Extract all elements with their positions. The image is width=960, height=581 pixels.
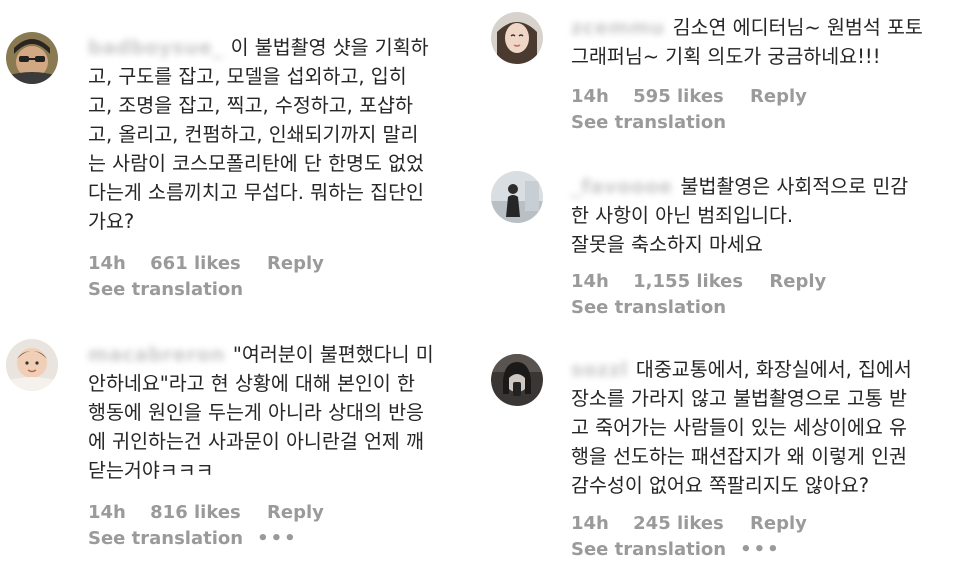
likes-count[interactable]: 816 likes [150, 502, 241, 523]
comment-timestamp[interactable]: 14h [571, 86, 609, 107]
comment-line: 잘못을 축소하지 마세요 [571, 233, 763, 256]
see-translation-label: See translation [571, 297, 727, 318]
likes-count[interactable]: 245 likes [633, 513, 724, 534]
more-options-icon[interactable]: ••• [257, 528, 298, 549]
comment-line: 대중교통에서, 화장실에서, 집에서 [635, 358, 912, 381]
avatar[interactable] [491, 354, 543, 406]
comment-line: 고, 조명을 잡고, 찍고, 수정하고, 포샵하 [88, 94, 413, 117]
avatar-image-icon [491, 12, 543, 64]
comment-timestamp[interactable]: 14h [571, 513, 609, 534]
see-translation-link[interactable]: See translation ••• [571, 539, 781, 560]
comment-meta: 14h 595 likes Reply [571, 86, 807, 107]
comment-line: "여러분이 불편했다니 미 [232, 343, 434, 366]
comment-timestamp[interactable]: 14h [88, 253, 126, 274]
see-translation-label: See translation [571, 112, 727, 133]
likes-count[interactable]: 1,155 likes [633, 271, 743, 292]
avatar-image-icon [6, 32, 58, 84]
see-translation-link[interactable]: See translation [571, 112, 726, 133]
comment-username[interactable]: sozzl [571, 355, 628, 384]
comment-line: 행을 선도하는 패션잡지가 왜 이렇게 인권 [571, 445, 907, 468]
likes-count[interactable]: 595 likes [633, 86, 724, 107]
see-translation-label: See translation [88, 279, 244, 300]
comment-line: 다는게 소름끼치고 무섭다. 뭐하는 집단인 [88, 181, 424, 204]
comment-line: 이 불법촬영 샷을 기획하 [230, 36, 429, 59]
avatar-image-icon [6, 339, 58, 391]
comments-column-right: zcemmu 김소연 에디터님~ 원범석 포토 그래퍼님~ 기획 의도가 궁금하네… [480, 0, 960, 581]
comment-meta: 14h 1,155 likes Reply [571, 271, 826, 292]
avatar[interactable] [6, 339, 58, 391]
comment-line: 장소를 가라지 않고 불법촬영으로 고통 받 [571, 387, 907, 410]
comment-line: 안하네요"라고 현 상황에 대해 본인이 한 [88, 372, 416, 395]
more-options-icon[interactable]: ••• [740, 539, 781, 560]
comment-text: macabreron "여러분이 불편했다니 미 안하네요"라고 현 상황에 대해… [88, 340, 434, 485]
reply-button[interactable]: Reply [750, 513, 807, 534]
comment-line: 가요? [88, 210, 135, 233]
reply-button[interactable]: Reply [267, 253, 324, 274]
comment-text: badboysue_ 이 불법촬영 샷을 기획하 고, 구도를 잡고, 모델을 섭… [88, 33, 429, 236]
comment-line: 김소연 에디터님~ 원범석 포토 [672, 16, 923, 39]
comment-timestamp[interactable]: 14h [571, 271, 609, 292]
avatar-image-icon [491, 354, 543, 406]
comment-line: 고 죽어가는 사람들이 있는 세상이에요 유 [571, 416, 907, 439]
column-divider [470, 0, 480, 581]
comment-username[interactable]: _favoooe [571, 172, 673, 201]
comment-username[interactable]: zcemmu [571, 13, 665, 42]
see-translation-link[interactable]: See translation [571, 297, 726, 318]
comments-column-left: badboysue_ 이 불법촬영 샷을 기획하 고, 구도를 잡고, 모델을 섭… [0, 0, 470, 581]
comment-line: 닫는거야ㅋㅋㅋ [88, 459, 214, 482]
comment-timestamp[interactable]: 14h [88, 502, 126, 523]
comment-text: zcemmu 김소연 에디터님~ 원범석 포토 그래퍼님~ 기획 의도가 궁금하네… [571, 13, 923, 71]
avatar[interactable] [491, 171, 543, 223]
avatar[interactable] [491, 12, 543, 64]
reply-button[interactable]: Reply [750, 86, 807, 107]
likes-count[interactable]: 661 likes [150, 253, 241, 274]
comment-line: 한 사항이 아닌 범죄입니다. [571, 204, 794, 227]
comment-line: 행동에 원인을 두는게 아니라 상대의 반응 [88, 401, 424, 424]
comment-line: 그래퍼님~ 기획 의도가 궁금하네요!!! [571, 45, 881, 68]
reply-button[interactable]: Reply [769, 271, 826, 292]
comment-meta: 14h 816 likes Reply [88, 502, 324, 523]
comment-text: _favoooe 불법촬영은 사회적으로 민감 한 사항이 아닌 범죄입니다. 잘… [571, 172, 908, 259]
avatar[interactable] [6, 32, 58, 84]
comment-username[interactable]: badboysue_ [88, 33, 223, 62]
comment-line: 고, 올리고, 컨펌하고, 인쇄되기까지 말리 [88, 123, 419, 146]
comment-meta: 14h 245 likes Reply [571, 513, 807, 534]
comment-line: 에 귀인하는건 사과문이 아니란걸 언제 깨 [88, 430, 424, 453]
see-translation-label: See translation [88, 528, 244, 549]
reply-button[interactable]: Reply [267, 502, 324, 523]
see-translation-link[interactable]: See translation [88, 279, 243, 300]
comment-line: 감수성이 없어요 쪽팔리지도 않아요? [571, 474, 870, 497]
comment-username[interactable]: macabreron [88, 340, 225, 369]
comment-line: 는 사람이 코스모폴리탄에 단 한명도 없었 [88, 152, 424, 175]
see-translation-label: See translation [571, 539, 727, 560]
comment-line: 불법촬영은 사회적으로 민감 [680, 175, 909, 198]
comment-meta: 14h 661 likes Reply [88, 253, 324, 274]
see-translation-link[interactable]: See translation ••• [88, 528, 298, 549]
avatar-image-icon [491, 171, 543, 223]
comment-line: 고, 구도를 잡고, 모델을 섭외하고, 입히 [88, 65, 407, 88]
comment-text: sozzl 대중교통에서, 화장실에서, 집에서 장소를 가라지 않고 불법촬영으… [571, 355, 912, 500]
